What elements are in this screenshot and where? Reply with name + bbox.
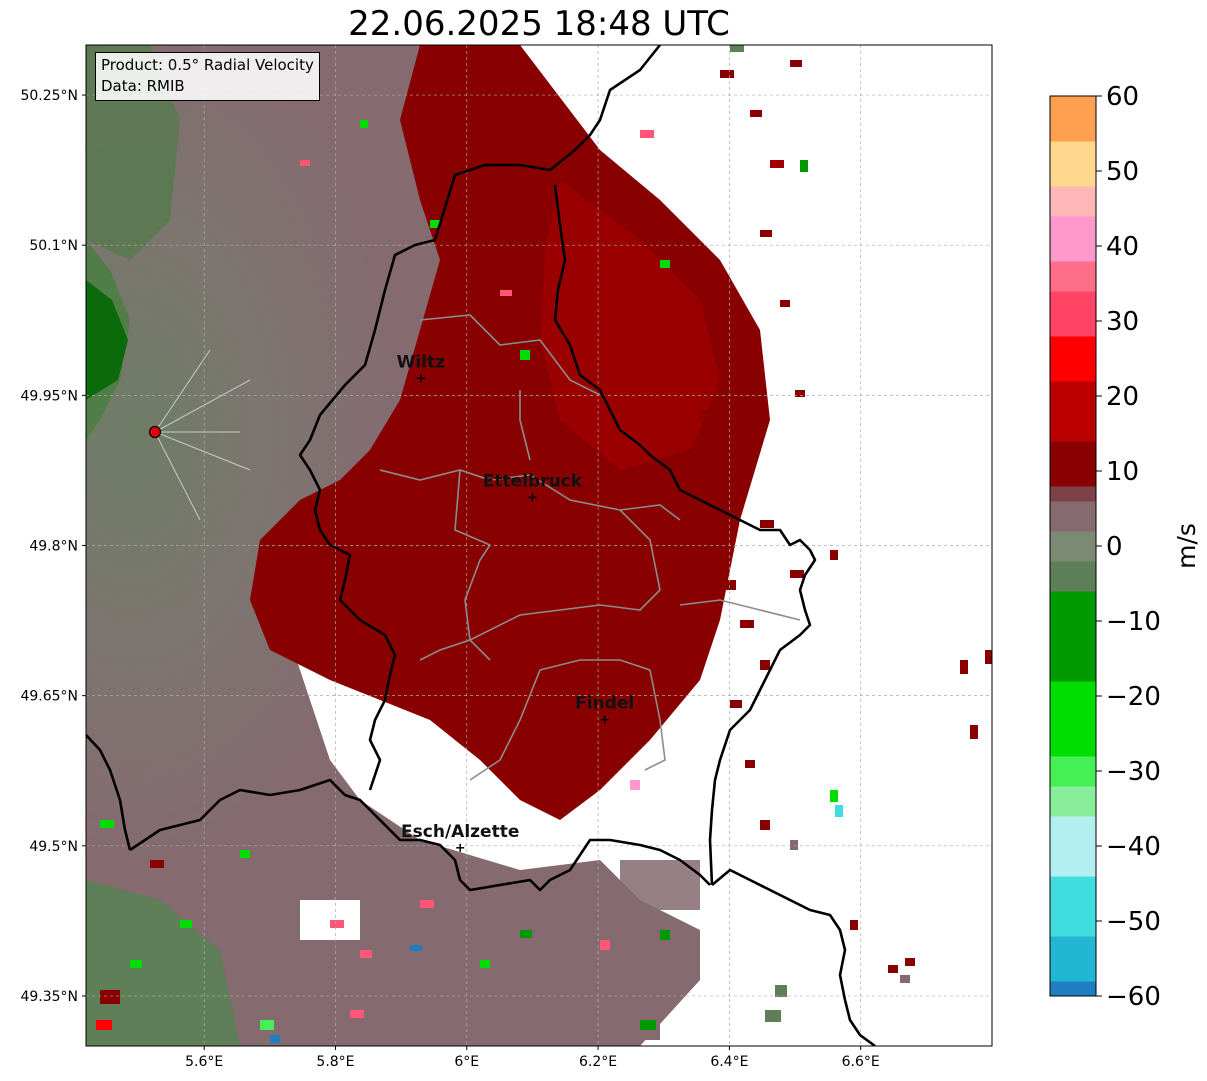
colorbar-tick-label: 20 <box>1106 382 1139 412</box>
colorbar-ticks: 60 50 40 30 20 10 0 −10 −20 −30 −40 −50 −60 <box>1096 82 1161 1012</box>
colorbar-segment <box>1050 141 1096 187</box>
colorbar-segment <box>1050 561 1096 592</box>
colorbar-tick-label: 40 <box>1106 232 1139 262</box>
colorbar-segment <box>1050 186 1096 217</box>
colorbar-segment <box>1050 591 1096 682</box>
colorbar-segment <box>1050 786 1096 817</box>
colorbar-segment <box>1050 441 1096 487</box>
colorbar-tick-label: 50 <box>1106 157 1139 187</box>
colorbar: 60 50 40 30 20 10 0 −10 −20 −30 −40 −50 −60 m/s <box>1049 82 1201 1012</box>
colorbar-tick-label: −40 <box>1106 832 1161 862</box>
colorbar-tick-label: 0 <box>1106 532 1123 562</box>
colorbar-segment <box>1050 291 1096 337</box>
colorbar-tick-label: −50 <box>1106 907 1161 937</box>
colorbar-segments <box>1050 96 1096 997</box>
colorbar-tick-label: −20 <box>1106 682 1161 712</box>
colorbar-segment <box>1050 96 1096 142</box>
colorbar-unit-label: m/s <box>1172 523 1201 569</box>
colorbar-tick-label: 30 <box>1106 307 1139 337</box>
colorbar-tick-label: −30 <box>1106 757 1161 787</box>
colorbar-segment <box>1050 486 1096 502</box>
colorbar-tick-label: 60 <box>1106 82 1139 112</box>
colorbar-segment <box>1050 501 1096 532</box>
colorbar-segment <box>1050 681 1096 757</box>
colorbar-segment <box>1050 216 1096 262</box>
colorbar-segment <box>1050 756 1096 787</box>
colorbar-segment <box>1050 261 1096 292</box>
colorbar-segment <box>1050 981 1096 997</box>
colorbar-segment <box>1050 336 1096 382</box>
colorbar-segment <box>1050 531 1096 562</box>
colorbar-segment <box>1050 936 1096 982</box>
colorbar-segment <box>1050 381 1096 442</box>
colorbar-tick-label: −60 <box>1106 982 1161 1012</box>
colorbar-tick-label: 10 <box>1106 457 1139 487</box>
colorbar-tick-label: −10 <box>1106 607 1161 637</box>
colorbar-segment <box>1050 816 1096 877</box>
colorbar-segment <box>1050 876 1096 937</box>
